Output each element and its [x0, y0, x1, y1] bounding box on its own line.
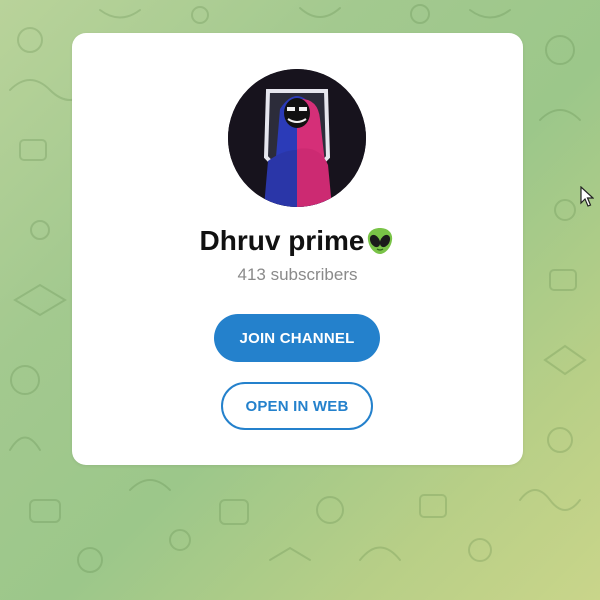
channel-card: Dhruv prime 413 subscribers JOIN CHANNEL…	[72, 33, 523, 465]
join-channel-button[interactable]: JOIN CHANNEL	[214, 314, 380, 362]
subscriber-count: 413 subscribers	[237, 265, 358, 284]
open-in-web-label: OPEN IN WEB	[245, 397, 349, 415]
join-channel-label: JOIN CHANNEL	[239, 329, 355, 347]
open-in-web-button[interactable]: OPEN IN WEB	[221, 382, 373, 430]
alien-icon	[368, 228, 393, 254]
channel-avatar	[228, 69, 366, 207]
channel-name: Dhruv prime	[199, 225, 365, 256]
channel-title-row: Dhruv prime	[72, 223, 523, 259]
mouse-pointer-icon	[580, 186, 594, 207]
